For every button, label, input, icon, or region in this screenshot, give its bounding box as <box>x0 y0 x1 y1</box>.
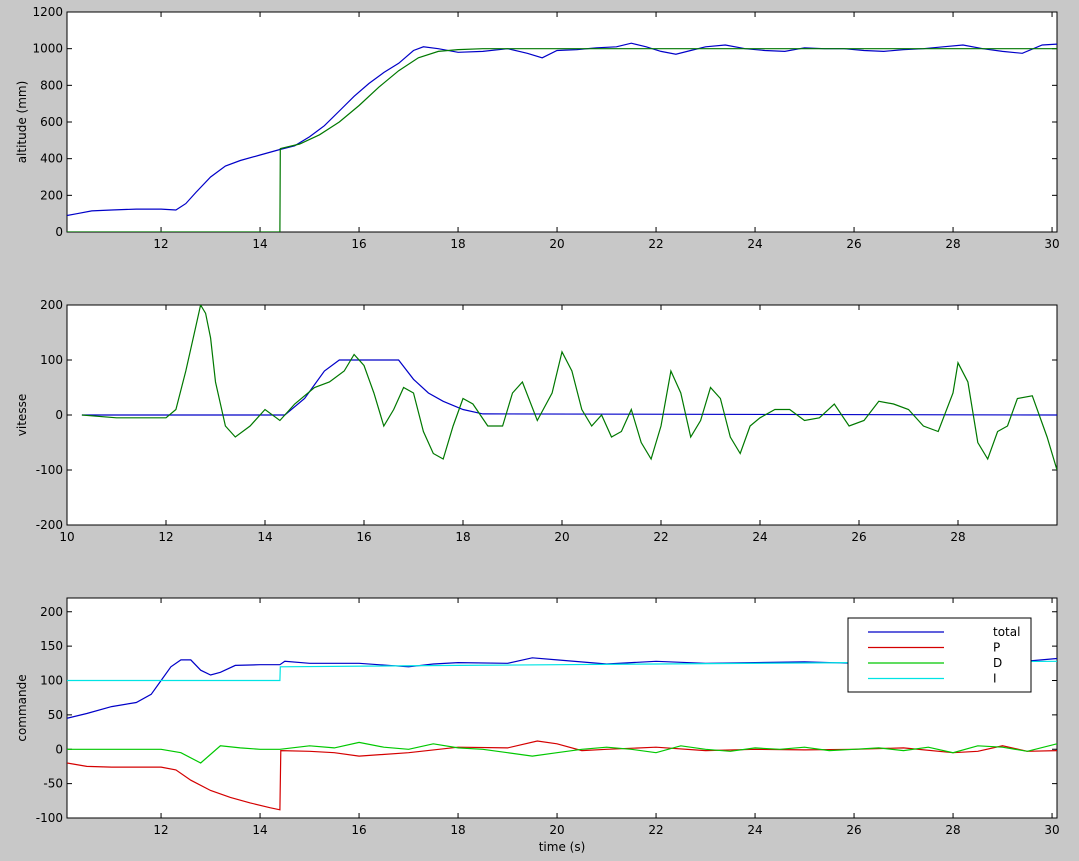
x-tick-label: 24 <box>747 237 762 251</box>
legend-label: P <box>993 641 1000 655</box>
legend-label: D <box>993 656 1002 670</box>
y-tick-label: 200 <box>40 605 63 619</box>
y-axis-label: commande <box>15 674 29 741</box>
legend-label: total <box>993 625 1020 639</box>
x-tick-label: 14 <box>257 530 272 544</box>
y-tick-label: 600 <box>40 115 63 129</box>
x-tick-label: 12 <box>153 237 168 251</box>
x-tick-label: 14 <box>252 237 267 251</box>
x-tick-label: 12 <box>153 823 168 837</box>
y-tick-label: -100 <box>36 811 63 825</box>
figure: 12 14 16 18 20 22 24 26 28 3002004006008001000120… <box>15 5 1060 854</box>
y-tick-label: 0 <box>55 225 63 239</box>
legend-label: I <box>993 672 997 686</box>
y-tick-label: -200 <box>36 518 63 532</box>
x-tick-label: 26 <box>851 530 866 544</box>
y-tick-label: 0 <box>55 408 63 422</box>
y-tick-label: 200 <box>40 188 63 202</box>
x-tick-label: 12 <box>158 530 173 544</box>
subplot-2: 10 12 14 16 18 20 22 24 26 28 -200 -100 0 100 200 vites… <box>15 298 1058 544</box>
x-tick-label: 24 <box>752 530 767 544</box>
x-tick-label: 18 <box>450 237 465 251</box>
x-tick-label: 28 <box>950 530 965 544</box>
x-tick-label: 20 <box>549 823 564 837</box>
x-tick-label: 14 <box>252 823 267 837</box>
y-tick-label: 1000 <box>32 42 63 56</box>
y-tick-label: -50 <box>43 777 63 791</box>
y-tick-label: -100 <box>36 463 63 477</box>
y-tick-label: 50 <box>48 708 63 722</box>
subplot-1: 12 14 16 18 20 22 24 26 28 30 0 200 400 600 800 1000 120… <box>15 5 1060 251</box>
x-tick-label: 22 <box>648 823 663 837</box>
x-tick-label: 20 <box>554 530 569 544</box>
y-axis-label: altitude (mm) <box>15 81 29 164</box>
x-tick-label: 22 <box>648 237 663 251</box>
x-tick-label: 28 <box>945 237 960 251</box>
plot-area <box>66 11 1058 233</box>
y-tick-label: 800 <box>40 78 63 92</box>
x-tick-label: 30 <box>1044 237 1059 251</box>
y-axis-label: vitesse <box>15 394 29 436</box>
y-tick-label: 150 <box>40 639 63 653</box>
y-tick-label: 200 <box>40 298 63 312</box>
y-tick-label: 0 <box>55 742 63 756</box>
x-tick-label: 26 <box>846 237 861 251</box>
x-tick-label: 16 <box>351 823 366 837</box>
x-tick-label: 26 <box>846 823 861 837</box>
x-tick-label: 18 <box>455 530 470 544</box>
legend: total PDI <box>847 617 1032 693</box>
subplot-3: 12 14 16 18 20 22 24 26 28 30 -100 -50 0 50 100 150 200 c… <box>15 597 1060 854</box>
x-axis-label: time (s) <box>539 840 586 854</box>
x-tick-label: 22 <box>653 530 668 544</box>
y-tick-label: 1200 <box>32 5 63 19</box>
x-tick-label: 16 <box>351 237 366 251</box>
y-tick-label: 100 <box>40 674 63 688</box>
x-tick-label: 18 <box>450 823 465 837</box>
x-tick-label: 10 <box>59 530 74 544</box>
x-tick-label: 24 <box>747 823 762 837</box>
y-tick-label: 100 <box>40 353 63 367</box>
x-tick-label: 28 <box>945 823 960 837</box>
y-tick-label: 400 <box>40 152 63 166</box>
x-tick-label: 20 <box>549 237 564 251</box>
x-tick-label: 30 <box>1044 823 1059 837</box>
x-tick-label: 16 <box>356 530 371 544</box>
